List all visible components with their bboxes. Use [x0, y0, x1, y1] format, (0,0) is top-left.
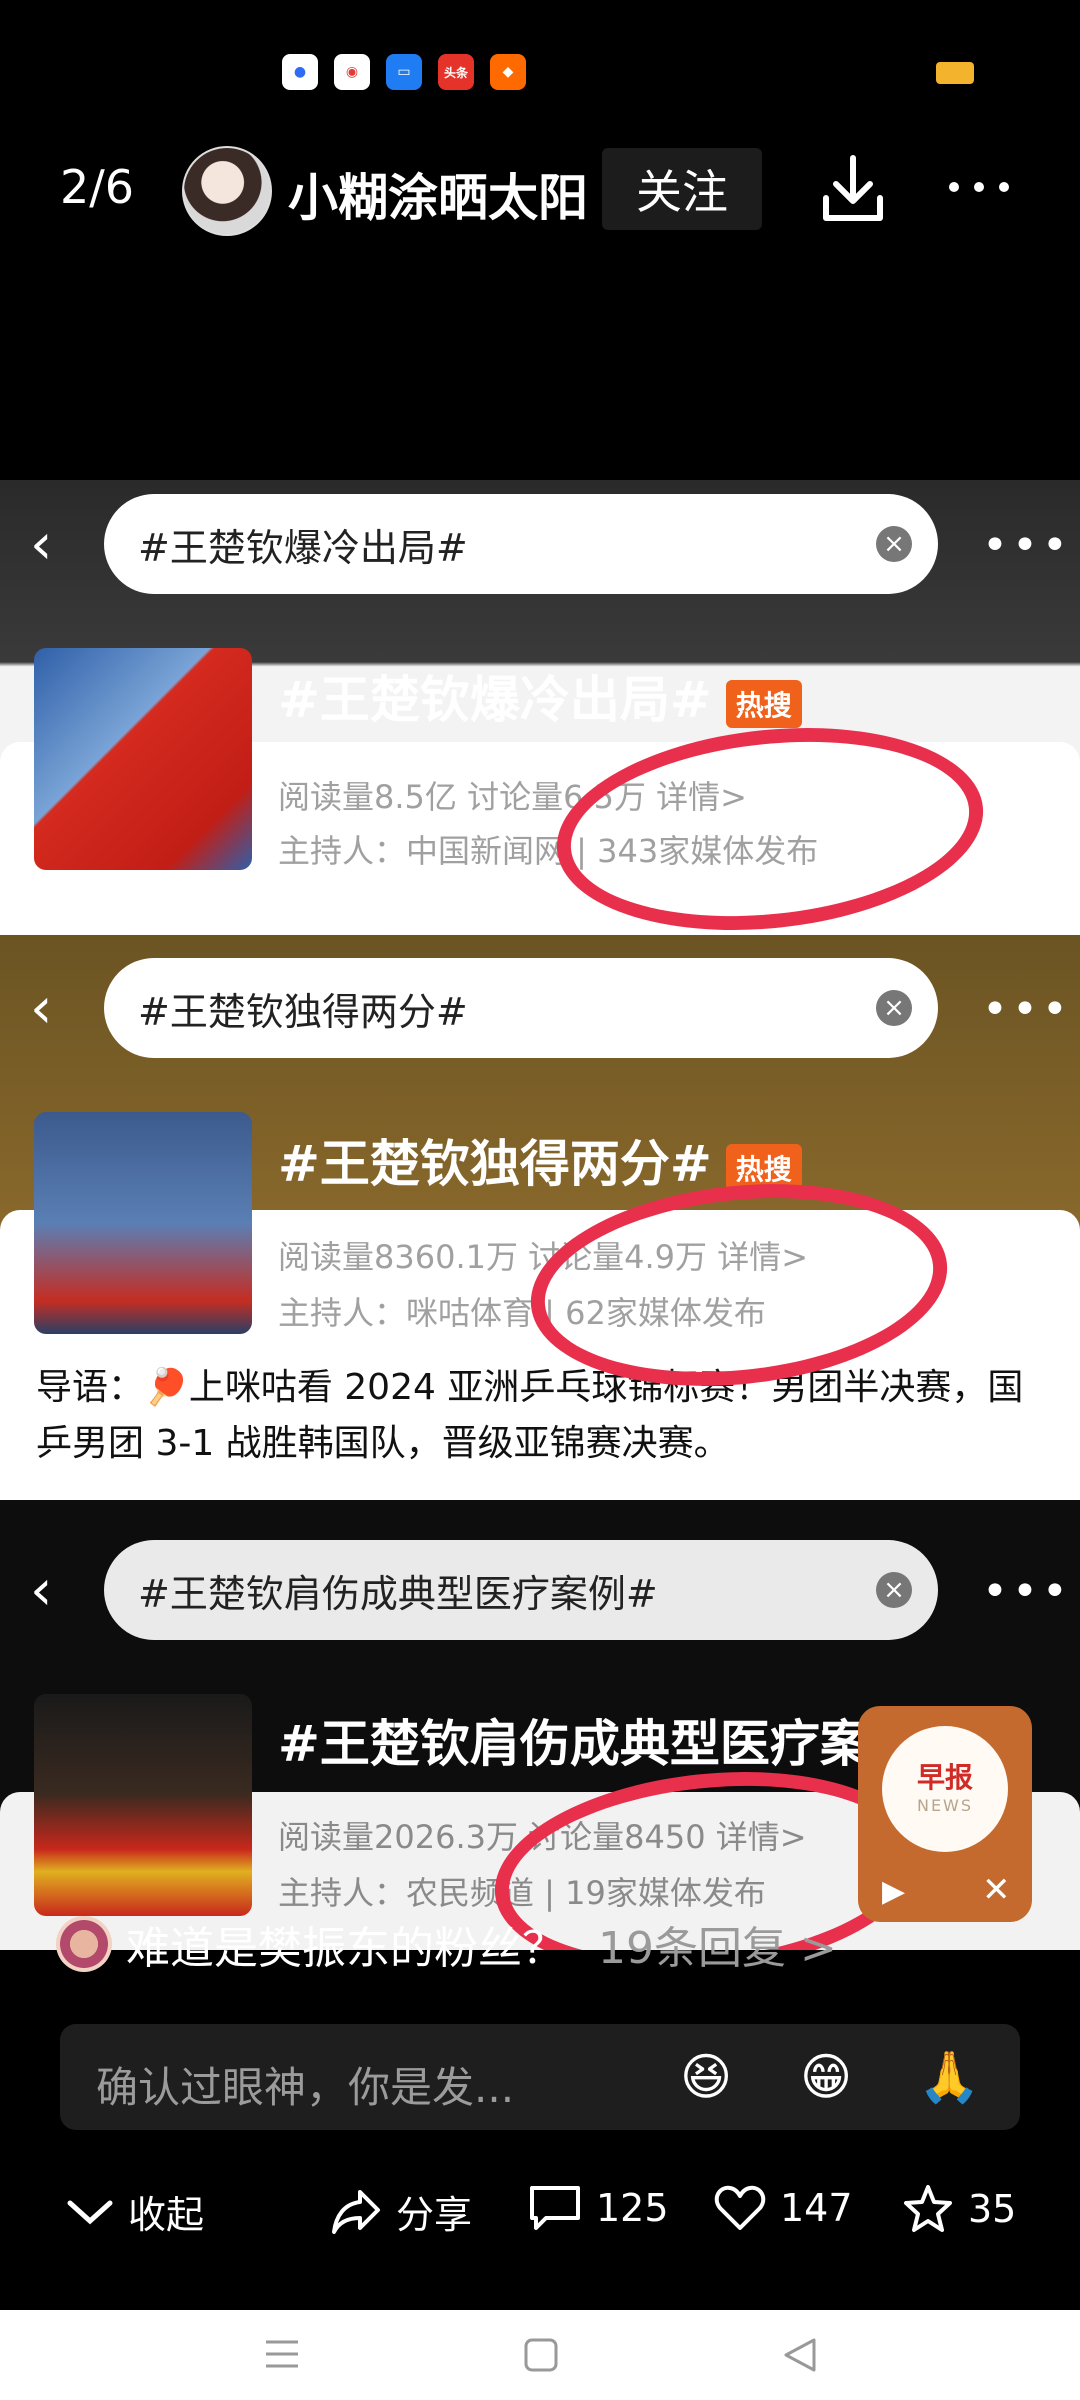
- like-button[interactable]: 147: [714, 2184, 853, 2232]
- comment-placeholder: 确认过眼神，你是发...: [96, 2063, 515, 2112]
- more-dots-icon: •••: [982, 984, 1072, 1035]
- share-icon: [332, 2189, 380, 2234]
- comment-button[interactable]: 125: [528, 2184, 669, 2232]
- star-icon: [904, 2185, 952, 2232]
- back-arrow-icon: ‹: [30, 976, 53, 1041]
- author-avatar[interactable]: [182, 146, 272, 236]
- back-arrow-icon: ‹: [30, 512, 53, 577]
- menu-nav-icon[interactable]: [262, 2336, 302, 2376]
- back-nav-icon[interactable]: [780, 2336, 820, 2378]
- system-navigation-bar: [0, 2310, 1080, 2400]
- baidu-icon: ●: [282, 54, 318, 90]
- share-label: 分享: [396, 2193, 473, 2237]
- topic-title: #王楚钦独得两分# 热搜: [278, 1124, 802, 1196]
- more-dots-icon: •••: [982, 1566, 1072, 1617]
- clear-icon: ×: [876, 990, 912, 1026]
- home-nav-icon[interactable]: [522, 2336, 560, 2378]
- athlete-thumbnail: [34, 648, 252, 870]
- commenter-avatar: [56, 1916, 112, 1972]
- search-text: #王楚钦独得两分#: [138, 989, 468, 1034]
- news-logo: 早报 NEWS: [882, 1726, 1008, 1852]
- topic-search-bar: #王楚钦独得两分# ×: [104, 958, 938, 1058]
- comment-count: 125: [596, 2186, 669, 2230]
- collapse-label: 收起: [128, 2193, 205, 2237]
- follow-button[interactable]: 关注: [602, 148, 762, 230]
- top-comment[interactable]: 难道是樊振东的粉丝？ 19条回复 >: [56, 1912, 837, 1976]
- athlete-thumbnail: [34, 1694, 252, 1916]
- map-pin-app-icon: ◉: [334, 54, 370, 90]
- reply-count-link[interactable]: 19条回复 >: [598, 1912, 837, 1976]
- heart-icon: [714, 2185, 766, 2230]
- like-count: 147: [780, 2186, 853, 2230]
- share-button[interactable]: 分享: [330, 2184, 472, 2239]
- search-text: #王楚钦爆冷出局#: [138, 525, 468, 570]
- bottom-action-bar: 收起 分享 125 147 35: [0, 2168, 1080, 2258]
- search-text: #王楚钦肩伤成典型医疗案例#: [138, 1571, 658, 1616]
- toutiao-icon: 头条: [438, 54, 474, 90]
- clear-icon: ×: [876, 1572, 912, 1608]
- topic-search-bar: #王楚钦爆冷出局# ×: [104, 494, 938, 594]
- favorite-button[interactable]: 35: [902, 2184, 1016, 2234]
- download-icon[interactable]: [818, 148, 888, 228]
- clear-icon: ×: [876, 526, 912, 562]
- more-options-icon[interactable]: [944, 162, 1014, 212]
- news-floating-card[interactable]: 早报 NEWS ▶ ✕: [858, 1706, 1032, 1922]
- play-icon[interactable]: ▶: [882, 1874, 905, 1909]
- topic-title: #王楚钦肩伤成典型医疗案例: [278, 1715, 920, 1773]
- pray-emoji-icon[interactable]: 🙏: [918, 2048, 980, 2107]
- collapse-button[interactable]: 收起: [66, 2184, 204, 2239]
- comment-input[interactable]: 确认过眼神，你是发... 😆 😁 🙏: [60, 2024, 1020, 2130]
- grin-emoji-icon[interactable]: 😁: [800, 2048, 852, 2106]
- topic-search-bar: #王楚钦肩伤成典型医疗案例# ×: [104, 1540, 938, 1640]
- close-icon[interactable]: ✕: [982, 1870, 1011, 1910]
- laugh-emoji-icon[interactable]: 😆: [680, 2048, 732, 2106]
- topic-title: #王楚钦爆冷出局# 热搜: [278, 660, 802, 732]
- image-counter: 2/6: [60, 160, 135, 214]
- shopping-app-icon: ◆: [490, 54, 526, 90]
- back-arrow-icon: ‹: [30, 1558, 53, 1623]
- hot-badge: 热搜: [725, 679, 802, 728]
- favorite-count: 35: [968, 2187, 1017, 2231]
- topic-lead: 导语：🏓上咪咕看 2024 亚洲乒乓球锦标赛！男团半决赛，国乒男团 3-1 战胜…: [36, 1367, 1024, 1464]
- comment-text: 难道是樊振东的粉丝？: [126, 1923, 566, 1974]
- more-dots-icon: •••: [982, 520, 1072, 571]
- folder-app-icon: ▭: [386, 54, 422, 90]
- chevron-down-icon: [67, 2200, 113, 2224]
- match-thumbnail: [34, 1112, 252, 1334]
- news-subtitle: NEWS: [916, 1796, 974, 1815]
- comment-icon: [530, 2186, 580, 2230]
- news-title: 早报: [916, 1761, 973, 1794]
- battery-icon: [936, 62, 974, 84]
- author-name[interactable]: 小糊涂晒太阳: [288, 158, 588, 230]
- status-bar-app-icons: ● ◉ ▭ 头条 ◆: [282, 54, 526, 90]
